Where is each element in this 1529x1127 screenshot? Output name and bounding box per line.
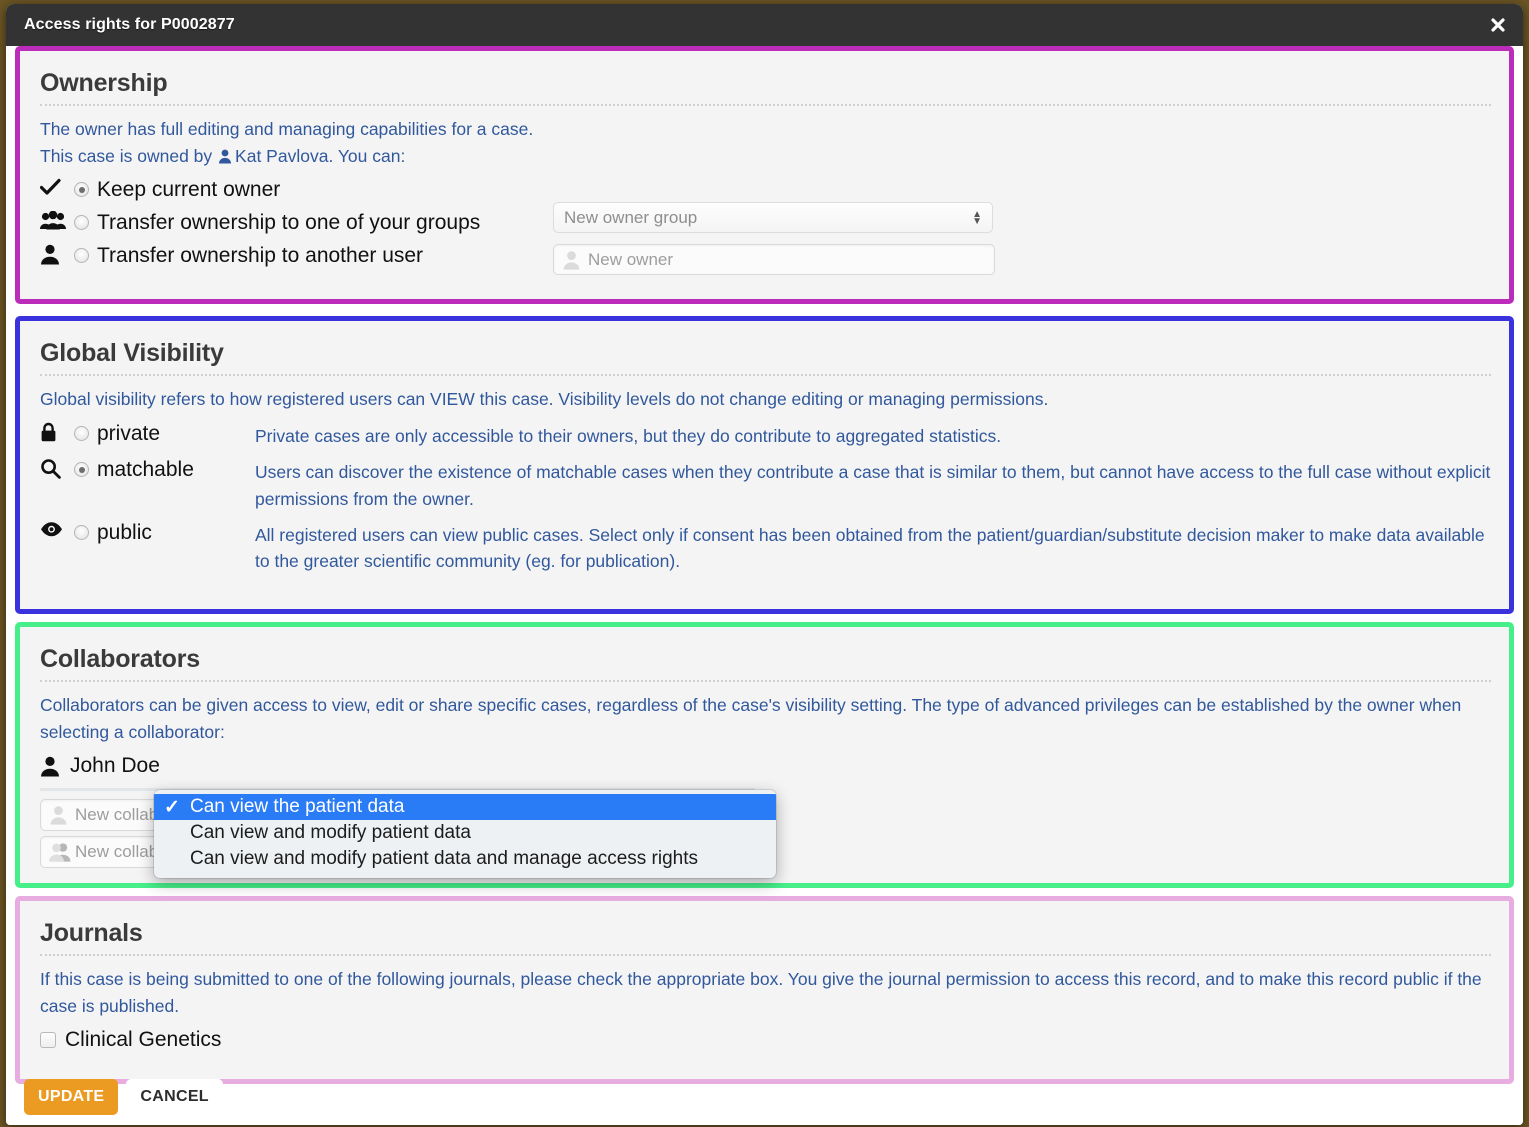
dropdown-option-label-2: Can view and modify patient data and man… — [190, 848, 699, 869]
search-icon — [40, 456, 74, 480]
new-owner-input[interactable]: New owner — [553, 244, 995, 276]
check-icon — [40, 176, 74, 196]
user-icon — [40, 756, 60, 777]
visibility-option-private[interactable]: private Private cases are only accessibl… — [40, 420, 1491, 449]
visibility-radio-matchable[interactable] — [74, 462, 89, 478]
ownership-option-label-1: Transfer ownership to one of your groups — [97, 211, 481, 235]
ownership-radio-group[interactable] — [74, 215, 89, 231]
journal-checkbox-row[interactable]: Clinical Genetics — [40, 1028, 1491, 1052]
dropdown-option-label-1: Can view and modify patient data — [190, 822, 471, 843]
new-owner-group-value: New owner group — [564, 207, 698, 227]
visibility-title: Global Visibility — [40, 339, 224, 367]
dropdown-option-view-modify[interactable]: Can view and modify patient data — [154, 820, 776, 846]
ownership-owned-by-prefix: This case is owned by — [40, 146, 213, 167]
lock-icon — [40, 420, 74, 442]
close-icon[interactable] — [1487, 14, 1509, 36]
privileges-dropdown-menu[interactable]: ✓ Can view the patient data Can view and… — [154, 790, 776, 878]
screen: Access rights for P0002877 Ownership The… — [0, 0, 1529, 1127]
user-icon — [40, 242, 74, 265]
visibility-divider — [40, 374, 1491, 376]
ownership-title: Ownership — [40, 69, 168, 97]
journals-title: Journals — [40, 919, 143, 947]
avatar-placeholder-icon — [49, 805, 68, 825]
visibility-radio-public[interactable] — [74, 524, 89, 540]
chevron-updown-icon: ▲ ▼ — [972, 208, 982, 227]
ownership-options: Keep current owner Transfer ownership to… — [38, 176, 1491, 276]
journal-checkbox-clinical-genetics[interactable] — [40, 1032, 56, 1049]
visibility-label-public: public — [97, 520, 152, 544]
users-group-icon — [40, 209, 74, 230]
ownership-owned-by-suffix: . You can: — [328, 146, 406, 167]
journal-label-clinical-genetics: Clinical Genetics — [65, 1028, 222, 1052]
visibility-label-matchable: matchable — [97, 458, 194, 482]
section-ownership: Ownership The owner has full editing and… — [15, 46, 1514, 304]
ownership-option-label-2: Transfer ownership to another user — [97, 244, 424, 268]
visibility-desc-private: Private cases are only accessible to the… — [255, 426, 1002, 447]
check-icon: ✓ — [164, 796, 180, 818]
section-global-visibility: Global Visibility Global visibility refe… — [15, 316, 1514, 614]
ownership-option-label-0: Keep current owner — [97, 178, 281, 202]
visibility-radio-private[interactable] — [74, 426, 89, 442]
update-button[interactable]: UPDATE — [24, 1079, 119, 1115]
dialog-titlebar: Access rights for P0002877 — [6, 4, 1523, 46]
avatar-placeholder-icon — [562, 250, 581, 270]
dropdown-option-view-modify-manage[interactable]: Can view and modify patient data and man… — [154, 846, 776, 872]
collaborator-row[interactable]: John Doe — [40, 754, 1491, 778]
ownership-desc-line1: The owner has full editing and managing … — [40, 119, 534, 139]
collaborators-title: Collaborators — [40, 645, 200, 673]
eye-icon — [40, 519, 74, 537]
collaborator-name: John Doe — [70, 754, 160, 778]
visibility-option-public[interactable]: public All registered users can view pub… — [40, 519, 1491, 575]
section-journals: Journals If this case is being submitted… — [15, 896, 1514, 1084]
visibility-desc-public: All registered users can view public cas… — [255, 524, 1485, 572]
cancel-button[interactable]: CANCEL — [126, 1079, 223, 1115]
ownership-divider — [40, 104, 1491, 106]
collaborators-desc: Collaborators can be given access to vie… — [40, 695, 1462, 743]
dialog-title: Access rights for P0002877 — [24, 16, 235, 33]
user-icon — [218, 149, 232, 164]
ownership-owner-name: Kat Pavlova — [235, 146, 329, 167]
visibility-desc-matchable: Users can discover the existence of matc… — [255, 462, 1491, 509]
dialog-footer: UPDATE CANCEL — [24, 1079, 223, 1115]
dropdown-option-label-0: Can view the patient data — [190, 796, 405, 817]
collaborators-divider — [40, 680, 1491, 682]
journals-desc: If this case is being submitted to one o… — [40, 969, 1482, 1017]
visibility-option-matchable[interactable]: matchable Users can discover the existen… — [40, 456, 1491, 512]
group-placeholder-icon — [49, 842, 71, 862]
new-owner-group-select[interactable]: New owner group ▲ ▼ — [553, 202, 993, 234]
ownership-radio-user[interactable] — [74, 248, 89, 264]
visibility-label-private: private — [97, 422, 161, 446]
journals-divider — [40, 954, 1491, 956]
new-owner-placeholder: New owner — [588, 249, 674, 269]
dropdown-option-view[interactable]: ✓ Can view the patient data — [154, 794, 776, 820]
ownership-option-keep-current-owner[interactable]: Keep current owner — [40, 176, 1491, 203]
ownership-radio-keep[interactable] — [74, 182, 89, 198]
visibility-desc: Global visibility refers to how register… — [40, 389, 1049, 409]
ownership-desc-line2: This case is owned by Kat Pavlova. You c… — [40, 143, 1491, 170]
access-rights-dialog: Access rights for P0002877 Ownership The… — [6, 4, 1523, 1125]
dialog-body: Ownership The owner has full editing and… — [6, 46, 1523, 1125]
